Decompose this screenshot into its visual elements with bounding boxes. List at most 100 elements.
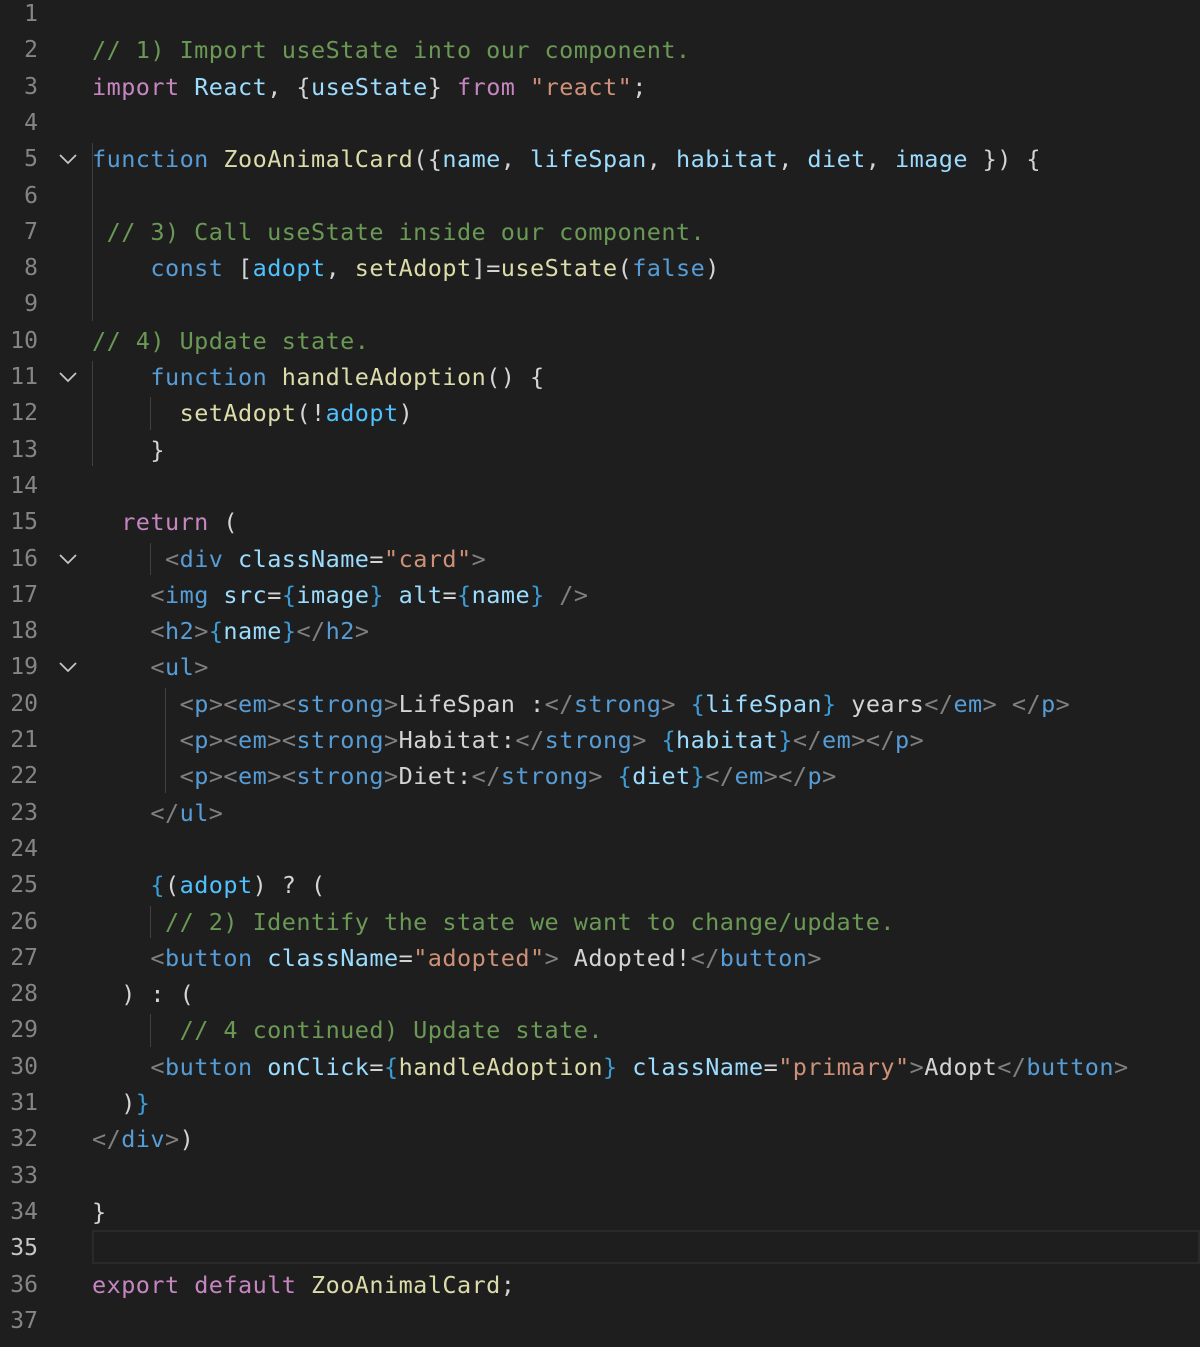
code-text: </ul>	[150, 795, 223, 831]
code-line-22[interactable]: 22 <p><em><strong>Diet:</strong> {diet}</…	[0, 758, 1200, 794]
code-token: </	[92, 1125, 122, 1154]
code-line-29[interactable]: 29 // 4 continued) Update state.	[0, 1012, 1200, 1048]
code-token: ><	[208, 726, 239, 754]
fold-chevron-icon[interactable]	[56, 649, 80, 685]
code-line-30[interactable]: 30 <button onClick={handleAdoption} class…	[0, 1049, 1200, 1085]
code-line-34[interactable]: 34}	[0, 1194, 1200, 1230]
code-line-31[interactable]: 31)}	[0, 1085, 1200, 1121]
code-line-5[interactable]: 5 function ZooAnimalCard({name, lifeSpan,…	[0, 141, 1200, 177]
code-line-24[interactable]: 24	[0, 831, 1200, 867]
code-token: h2	[325, 617, 355, 646]
code-token: setAdopt	[179, 399, 297, 428]
code-line-11[interactable]: 11 function handleAdoption() {	[0, 359, 1200, 395]
code-token: LifeSpan :	[398, 689, 545, 718]
code-line-2[interactable]: 2 // 1) Import useState into our componen…	[0, 32, 1200, 68]
code-line-37[interactable]: 37	[0, 1303, 1200, 1339]
code-line-13[interactable]: 13}	[0, 432, 1200, 468]
code-text: </div>)	[92, 1121, 194, 1157]
code-token: {	[457, 580, 472, 609]
code-token: lifeSpan	[530, 145, 647, 174]
line-number: 13	[10, 436, 38, 463]
code-token: />	[544, 580, 589, 609]
code-line-35[interactable]: 35	[0, 1230, 1200, 1266]
code-line-36[interactable]: 36 export default ZooAnimalCard;	[0, 1267, 1200, 1303]
code-line-7[interactable]: 7 // 3) Call useState inside our componen…	[0, 214, 1200, 250]
line-number: 34	[10, 1198, 38, 1225]
line-number: 27	[10, 944, 38, 971]
code-line-6[interactable]: 6	[0, 178, 1200, 214]
code-line-3[interactable]: 3 import React, {useState} from "react";	[0, 69, 1200, 105]
code-token: ul	[179, 798, 209, 827]
code-token: Adopted!	[559, 943, 691, 972]
code-line-32[interactable]: 32 </div>)	[0, 1121, 1200, 1157]
code-token: src	[223, 580, 268, 609]
code-token: image	[296, 580, 370, 609]
code-line-14[interactable]: 14	[0, 468, 1200, 504]
code-line-10[interactable]: 10 // 4) Update state.	[0, 323, 1200, 359]
code-token: button	[165, 1052, 253, 1081]
line-number: 15	[10, 509, 38, 536]
code-token: div	[121, 1125, 165, 1154]
code-token: }	[135, 1089, 151, 1117]
code-token: =	[369, 544, 385, 573]
line-number: 36	[10, 1271, 38, 1298]
code-line-33[interactable]: 33	[0, 1158, 1200, 1194]
code-token: button	[719, 943, 808, 972]
code-token: >	[471, 544, 487, 573]
code-token: adopt	[179, 871, 253, 900]
code-line-20[interactable]: 20 <p><em><strong>LifeSpan :</strong> {li…	[0, 686, 1200, 722]
line-number: 31	[10, 1090, 38, 1116]
code-token: </	[792, 726, 823, 754]
fold-chevron-icon[interactable]	[56, 541, 80, 577]
code-line-12[interactable]: 12 setAdopt(!adopt)	[0, 395, 1200, 431]
code-line-16[interactable]: 16 <div className="card">	[0, 541, 1200, 577]
code-line-19[interactable]: 19 <ul>	[0, 649, 1200, 685]
code-text: <h2>{name}</h2>	[150, 613, 369, 649]
code-token: {	[384, 1052, 399, 1081]
code-token: strong	[296, 726, 385, 754]
code-line-8[interactable]: 8 const [adopt, setAdopt]=useState(false)	[0, 250, 1200, 286]
code-token: false	[632, 254, 706, 283]
fold-chevron-icon[interactable]	[56, 359, 80, 395]
code-line-1[interactable]: 1	[0, 0, 1200, 32]
code-line-4[interactable]: 4	[0, 105, 1200, 141]
code-token: em	[734, 762, 764, 791]
code-token: ><	[267, 726, 297, 754]
code-token: const	[150, 254, 224, 283]
code-token: ><	[267, 689, 297, 718]
code-token: habitat	[676, 726, 779, 754]
code-editor[interactable]: 1 2// 1) Import useState into our compone…	[0, 0, 1200, 1347]
code-line-17[interactable]: 17 <img src={image} alt={name} />	[0, 577, 1200, 613]
code-line-9[interactable]: 9	[0, 286, 1200, 322]
code-line-23[interactable]: 23 </ul>	[0, 795, 1200, 831]
code-token: <	[150, 653, 165, 682]
fold-chevron-icon[interactable]	[56, 141, 80, 177]
code-line-21[interactable]: 21 <p><em><strong>Habitat:</strong> {habi…	[0, 722, 1200, 758]
code-token: Habitat:	[398, 726, 516, 754]
line-number: 14	[10, 472, 38, 499]
code-token: (	[617, 254, 633, 283]
code-token: {	[281, 580, 297, 609]
line-number: 9	[24, 291, 38, 318]
code-text: <p><em><strong>Diet:</strong> {diet}</em…	[180, 758, 837, 794]
code-line-27[interactable]: 27 <button className="adopted"> Adopted!<…	[0, 940, 1200, 976]
code-token: div	[179, 544, 224, 573]
code-token: handleAdoption	[398, 1052, 603, 1081]
code-token: export	[92, 1270, 180, 1299]
indent-guide	[92, 361, 93, 466]
code-token: handleAdoption	[281, 363, 487, 391]
code-line-18[interactable]: 18 <h2>{name}</h2>	[0, 613, 1200, 649]
code-token: diet	[632, 762, 691, 791]
code-token: em	[238, 689, 268, 718]
code-line-25[interactable]: 25 {(adopt) ? (	[0, 867, 1200, 903]
code-token: "primary"	[778, 1052, 910, 1081]
code-line-15[interactable]: 15 return (	[0, 504, 1200, 540]
code-line-28[interactable]: 28) : (	[0, 976, 1200, 1012]
code-text: // 2) Identify the state we want to chan…	[165, 904, 895, 940]
code-token: {	[208, 617, 224, 646]
code-token: // 4) Update state.	[92, 326, 370, 355]
code-line-26[interactable]: 26 // 2) Identify the state we want to ch…	[0, 904, 1200, 940]
code-token: React	[194, 72, 268, 101]
code-token: "adopted"	[413, 943, 545, 972]
